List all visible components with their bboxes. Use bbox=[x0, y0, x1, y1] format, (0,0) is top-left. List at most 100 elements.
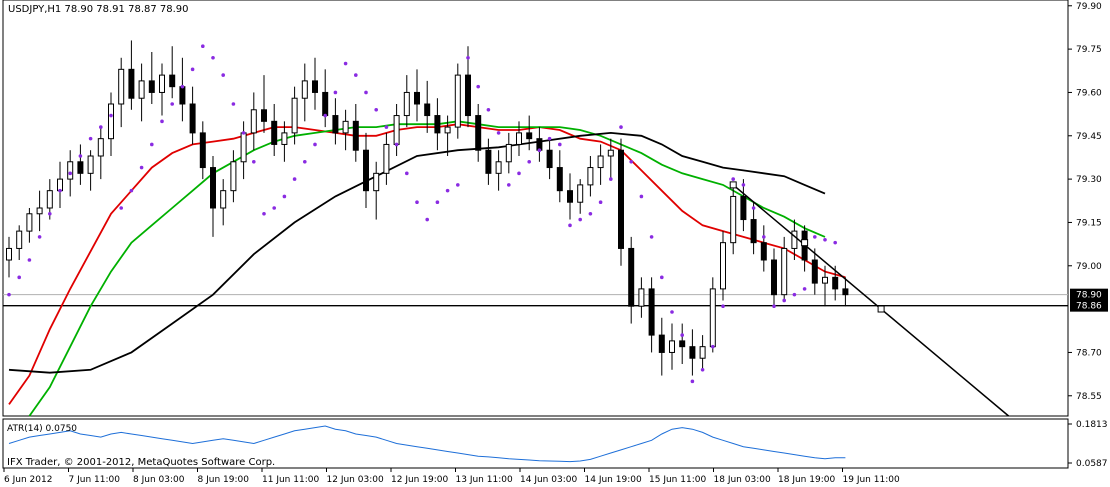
candle-body bbox=[822, 276, 828, 284]
sar-dot bbox=[48, 211, 52, 216]
sar-dot bbox=[211, 55, 215, 60]
candle-body bbox=[720, 242, 726, 290]
sar-dot bbox=[578, 217, 582, 222]
sar-dot bbox=[384, 125, 389, 129]
candle-body bbox=[832, 276, 839, 290]
sar-dot bbox=[792, 292, 797, 297]
atr-tick-label: 0.0587 bbox=[1076, 459, 1108, 469]
sar-dot bbox=[282, 194, 287, 199]
candle-body bbox=[77, 161, 84, 174]
sar-dot bbox=[405, 171, 409, 176]
y-tick-label: 79.75 bbox=[1076, 45, 1102, 55]
sar-dot bbox=[527, 159, 531, 164]
sar-dot bbox=[415, 200, 419, 205]
candle-body bbox=[342, 120, 349, 134]
sar-dot bbox=[466, 55, 470, 60]
candle-body bbox=[261, 109, 267, 122]
sar-dot bbox=[700, 367, 705, 372]
candle-body bbox=[434, 115, 441, 134]
candle-body bbox=[148, 80, 155, 93]
candle-body bbox=[628, 247, 635, 307]
candle-body bbox=[210, 167, 216, 209]
price-tag-label: 78.90 bbox=[1076, 291, 1102, 301]
candle-body bbox=[281, 132, 288, 145]
sar-dot bbox=[201, 44, 205, 49]
x-tick-label: 13 Jun 11:00 bbox=[456, 475, 513, 485]
candle-body bbox=[393, 115, 400, 145]
y-tick-label: 78.55 bbox=[1076, 392, 1102, 402]
sar-dot bbox=[139, 165, 144, 170]
candle-body bbox=[97, 138, 104, 157]
sar-dot bbox=[221, 73, 225, 77]
sar-dot bbox=[394, 142, 399, 147]
sar-dot bbox=[762, 235, 766, 239]
candle-body bbox=[740, 195, 747, 221]
candle-body bbox=[638, 288, 645, 307]
sar-dot bbox=[68, 171, 72, 176]
trendline-anchor bbox=[801, 239, 809, 247]
candle-body bbox=[465, 74, 471, 117]
candle-body bbox=[444, 126, 451, 134]
candle-body bbox=[169, 74, 176, 88]
candle-body bbox=[689, 346, 696, 359]
trendline-anchor bbox=[729, 181, 737, 189]
x-tick-label: 14 Jun 19:00 bbox=[585, 475, 642, 485]
sar-dot bbox=[670, 310, 674, 314]
sar-dot bbox=[231, 102, 236, 106]
candle-body bbox=[597, 155, 604, 169]
candle-body bbox=[679, 340, 686, 348]
sar-dot bbox=[435, 200, 440, 205]
candle-body bbox=[179, 86, 186, 105]
sar-dot bbox=[588, 211, 593, 216]
trendline-anchor bbox=[877, 305, 885, 313]
sar-dot bbox=[558, 142, 562, 147]
x-tick-label: 12 Jun 03:00 bbox=[327, 475, 384, 485]
candle-body bbox=[199, 132, 206, 169]
candle-body bbox=[771, 259, 777, 296]
candle-body bbox=[526, 132, 533, 140]
candle-body bbox=[577, 184, 584, 203]
sar-dot bbox=[741, 183, 746, 187]
x-tick-label: 12 Jun 19:00 bbox=[391, 475, 448, 485]
candle-body bbox=[46, 190, 53, 209]
candle-body bbox=[709, 288, 716, 348]
sar-dot bbox=[731, 177, 735, 181]
candle-body bbox=[454, 74, 461, 128]
candle-body bbox=[414, 91, 420, 105]
x-tick-label: 18 Jun 19:00 bbox=[778, 475, 835, 485]
sar-dot bbox=[619, 125, 623, 129]
candle-body bbox=[373, 172, 380, 192]
candle-body bbox=[6, 247, 12, 261]
candle-body bbox=[546, 149, 553, 169]
x-tick-label: 8 Jun 03:00 bbox=[133, 475, 185, 485]
candle-body bbox=[556, 167, 563, 192]
y-tick-label: 79.90 bbox=[1076, 2, 1102, 12]
sar-dot bbox=[751, 206, 756, 210]
sar-dot bbox=[7, 292, 11, 297]
copyright-text: IFX Trader, © 2001-2012, MetaQuotes Soft… bbox=[7, 457, 275, 468]
candle-body bbox=[383, 143, 390, 174]
sar-dot bbox=[343, 61, 348, 66]
candle bbox=[709, 277, 716, 353]
sar-dot bbox=[190, 67, 195, 72]
candle-body bbox=[159, 74, 165, 93]
candle-body bbox=[750, 219, 757, 244]
sar-dot bbox=[598, 200, 603, 205]
candle-body bbox=[332, 115, 339, 134]
candle-body bbox=[618, 149, 624, 249]
sar-dot bbox=[711, 344, 715, 349]
candle-body bbox=[87, 155, 94, 174]
atr-label: ATR(14) 0.0750 bbox=[7, 424, 77, 434]
sar-dot bbox=[180, 84, 185, 89]
sar-dot bbox=[129, 188, 134, 193]
sar-dot bbox=[272, 206, 277, 210]
sar-dot bbox=[241, 131, 246, 135]
sar-dot bbox=[721, 304, 725, 309]
x-tick-label: 8 Jun 19:00 bbox=[198, 475, 250, 485]
candle-body bbox=[67, 161, 74, 180]
sar-dot bbox=[568, 223, 572, 228]
sar-dot bbox=[782, 298, 786, 303]
sar-dot bbox=[476, 84, 481, 89]
sar-dot bbox=[150, 142, 154, 147]
candle bbox=[454, 63, 461, 139]
